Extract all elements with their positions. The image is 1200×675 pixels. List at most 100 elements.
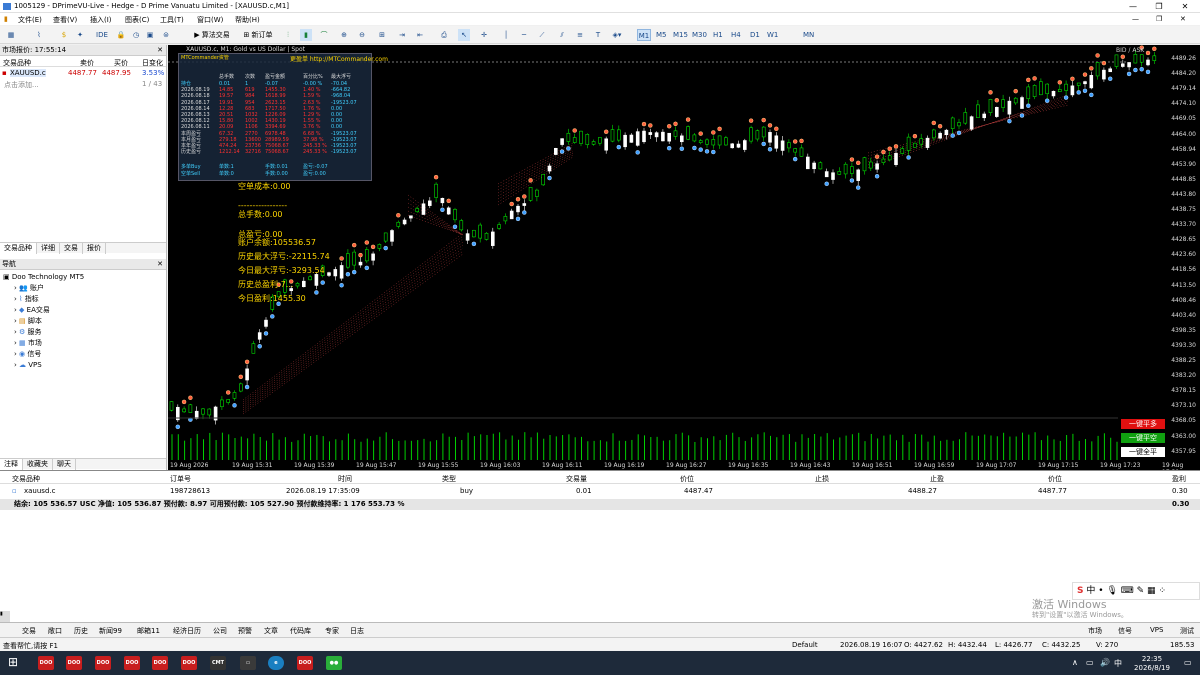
menu-file[interactable]: 文件(E): [18, 15, 42, 25]
volume-icon[interactable]: 🔊: [1100, 658, 1110, 667]
market-icon[interactable]: $: [58, 29, 70, 41]
nav-services[interactable]: › ⚙ 服务: [0, 327, 166, 338]
mic-icon[interactable]: 🎙: [1106, 586, 1117, 596]
order-symbol[interactable]: xauusd.c: [24, 487, 55, 495]
menu-view[interactable]: 查看(V): [53, 15, 77, 25]
tf-m1[interactable]: M1: [637, 29, 651, 41]
mt5-app-icon[interactable]: DOO: [38, 656, 54, 670]
clock-date[interactable]: 2026/8/19: [1126, 664, 1178, 672]
algo-trading-button[interactable]: ▶ 算法交易: [190, 29, 234, 41]
menu-tools[interactable]: 工具(T): [160, 15, 184, 25]
terminal-app-icon[interactable]: ▭: [240, 656, 256, 670]
nav-experts[interactable]: › ◆ EA交易: [0, 305, 166, 316]
tf-m30[interactable]: M30: [692, 29, 707, 41]
tab-details[interactable]: 详细: [37, 243, 60, 254]
minimize-button[interactable]: —: [1120, 0, 1146, 13]
tab-mailbox[interactable]: 邮箱11: [137, 626, 160, 636]
tab-company[interactable]: 公司: [213, 626, 227, 636]
clock-time[interactable]: 22:35: [1132, 655, 1172, 663]
tf-h4[interactable]: H4: [731, 29, 741, 41]
tf-d1[interactable]: D1: [750, 29, 760, 41]
panel-link[interactable]: 更盈单 http://MTCommander.com: [290, 54, 388, 63]
mt5-app-icon[interactable]: DOO: [66, 656, 82, 670]
signals-icon[interactable]: ⊜: [160, 29, 172, 41]
mtcommander-panel[interactable]: MTCommander资管 总手数 次数 盈亏金额 百分比% 最大浮亏 持仓 0.01 1 -0.…: [178, 53, 372, 181]
add-symbol-row[interactable]: 点击添加... 1 / 43: [0, 78, 166, 89]
tile-icon[interactable]: ⊞: [376, 29, 388, 41]
autoscroll-icon[interactable]: ⇥: [396, 29, 408, 41]
tab-symbols[interactable]: 交易品种: [0, 243, 37, 254]
close-short-button[interactable]: 一键平空: [1121, 433, 1165, 443]
link-signals[interactable]: 信号: [1118, 626, 1132, 636]
windows-start-icon[interactable]: ⊞: [8, 655, 18, 669]
menu-help[interactable]: 帮助(H): [235, 15, 260, 25]
tab-journal[interactable]: 日志: [350, 626, 364, 636]
nav-market[interactable]: › ▦ 市场: [0, 338, 166, 349]
cursor-icon[interactable]: ↖: [458, 29, 470, 41]
tab-calendar[interactable]: 经济日历: [173, 626, 201, 636]
bar-chart-icon[interactable]: ⫶: [282, 29, 294, 41]
mdi-restore[interactable]: ❐: [1156, 15, 1162, 23]
tab-articles[interactable]: 文章: [264, 626, 278, 636]
nav-vps[interactable]: › ☁ VPS: [0, 360, 166, 371]
line-chart-icon[interactable]: ⌒: [318, 29, 330, 41]
menu-insert[interactable]: 插入(I): [90, 15, 112, 25]
lock-icon[interactable]: 🔒: [116, 29, 126, 41]
tab-experts[interactable]: 专家: [325, 626, 339, 636]
edge-browser-icon[interactable]: e: [268, 656, 284, 670]
link-market[interactable]: 市场: [1088, 626, 1102, 636]
mdi-minimize[interactable]: —: [1132, 15, 1139, 23]
text-icon[interactable]: T: [592, 29, 604, 41]
tf-m5[interactable]: M5: [656, 29, 667, 41]
close-button[interactable]: ✕: [1172, 0, 1198, 13]
shift-icon[interactable]: ⇤: [414, 29, 426, 41]
network-icon[interactable]: ▭: [1086, 658, 1094, 667]
tab-news[interactable]: 新闻99: [99, 626, 122, 636]
new-order-button[interactable]: ⊞ 新订单: [240, 29, 276, 41]
punct-icon[interactable]: •: [1098, 586, 1103, 596]
nav-signals[interactable]: › ◉ 信号: [0, 349, 166, 360]
tab-ticks[interactable]: 报价: [83, 243, 106, 254]
cmt-app-icon[interactable]: CMT: [210, 656, 226, 670]
channel-icon[interactable]: ⫽: [556, 29, 568, 41]
new-chart-icon[interactable]: ▦: [4, 29, 18, 41]
tf-h1[interactable]: H1: [713, 29, 723, 41]
link-tester[interactable]: 测试: [1180, 626, 1194, 636]
more-icon[interactable]: ⁘: [1158, 586, 1166, 596]
tab-chat[interactable]: 聊天: [53, 459, 76, 470]
nav-accounts[interactable]: › 👥 账户: [0, 283, 166, 294]
status-profile[interactable]: Default: [792, 641, 818, 649]
mt5-app-icon[interactable]: DOO: [181, 656, 197, 670]
crosshair-icon[interactable]: ✛: [478, 29, 490, 41]
screenshot-icon[interactable]: ⎙: [438, 29, 450, 41]
close-long-button[interactable]: 一键平多: [1121, 419, 1165, 429]
link-vps[interactable]: VPS: [1150, 626, 1163, 634]
close-icon[interactable]: ✕: [157, 45, 166, 56]
fibo-icon[interactable]: ≡: [574, 29, 586, 41]
tray-chevron-icon[interactable]: ∧: [1072, 658, 1078, 667]
tab-trade[interactable]: 交易: [22, 626, 36, 636]
candle-chart-icon[interactable]: ▮: [300, 29, 312, 41]
wechat-icon[interactable]: ●●: [326, 656, 342, 670]
profiles-icon[interactable]: ⌇: [32, 29, 46, 41]
market-row[interactable]: ▪ XAUUSD.c 4487.77 4487.95 3.53%: [0, 67, 166, 78]
zoom-in-icon[interactable]: ⊕: [338, 29, 350, 41]
trendline-icon[interactable]: ⟋: [536, 29, 548, 41]
tf-w1[interactable]: W1: [767, 29, 778, 41]
grid-icon[interactable]: ▦: [1147, 586, 1156, 596]
app-menu-icon[interactable]: ▮: [4, 15, 8, 23]
maximize-button[interactable]: ❐: [1146, 0, 1172, 13]
tf-m15[interactable]: M15: [673, 29, 688, 41]
mt5-app-icon[interactable]: DOO: [124, 656, 140, 670]
nav-indicators[interactable]: › ⌇ 指标: [0, 294, 166, 305]
tf-mn[interactable]: MN: [803, 29, 814, 41]
vline-icon[interactable]: │: [500, 29, 512, 41]
price-chart[interactable]: 4489.26 4484.20 4479.14 4474.10 4469.05 4464.…: [168, 45, 1200, 470]
nav-root[interactable]: ▣ Doo Technology MT5: [0, 272, 166, 283]
notification-icon[interactable]: ▭: [1184, 658, 1192, 667]
shapes-icon[interactable]: ◈▾: [608, 29, 626, 41]
tab-alerts[interactable]: 预警: [238, 626, 252, 636]
ime-lang[interactable]: 中: [1086, 586, 1095, 596]
ide-button[interactable]: IDE: [95, 29, 109, 41]
zoom-out-icon[interactable]: ⊖: [356, 29, 368, 41]
